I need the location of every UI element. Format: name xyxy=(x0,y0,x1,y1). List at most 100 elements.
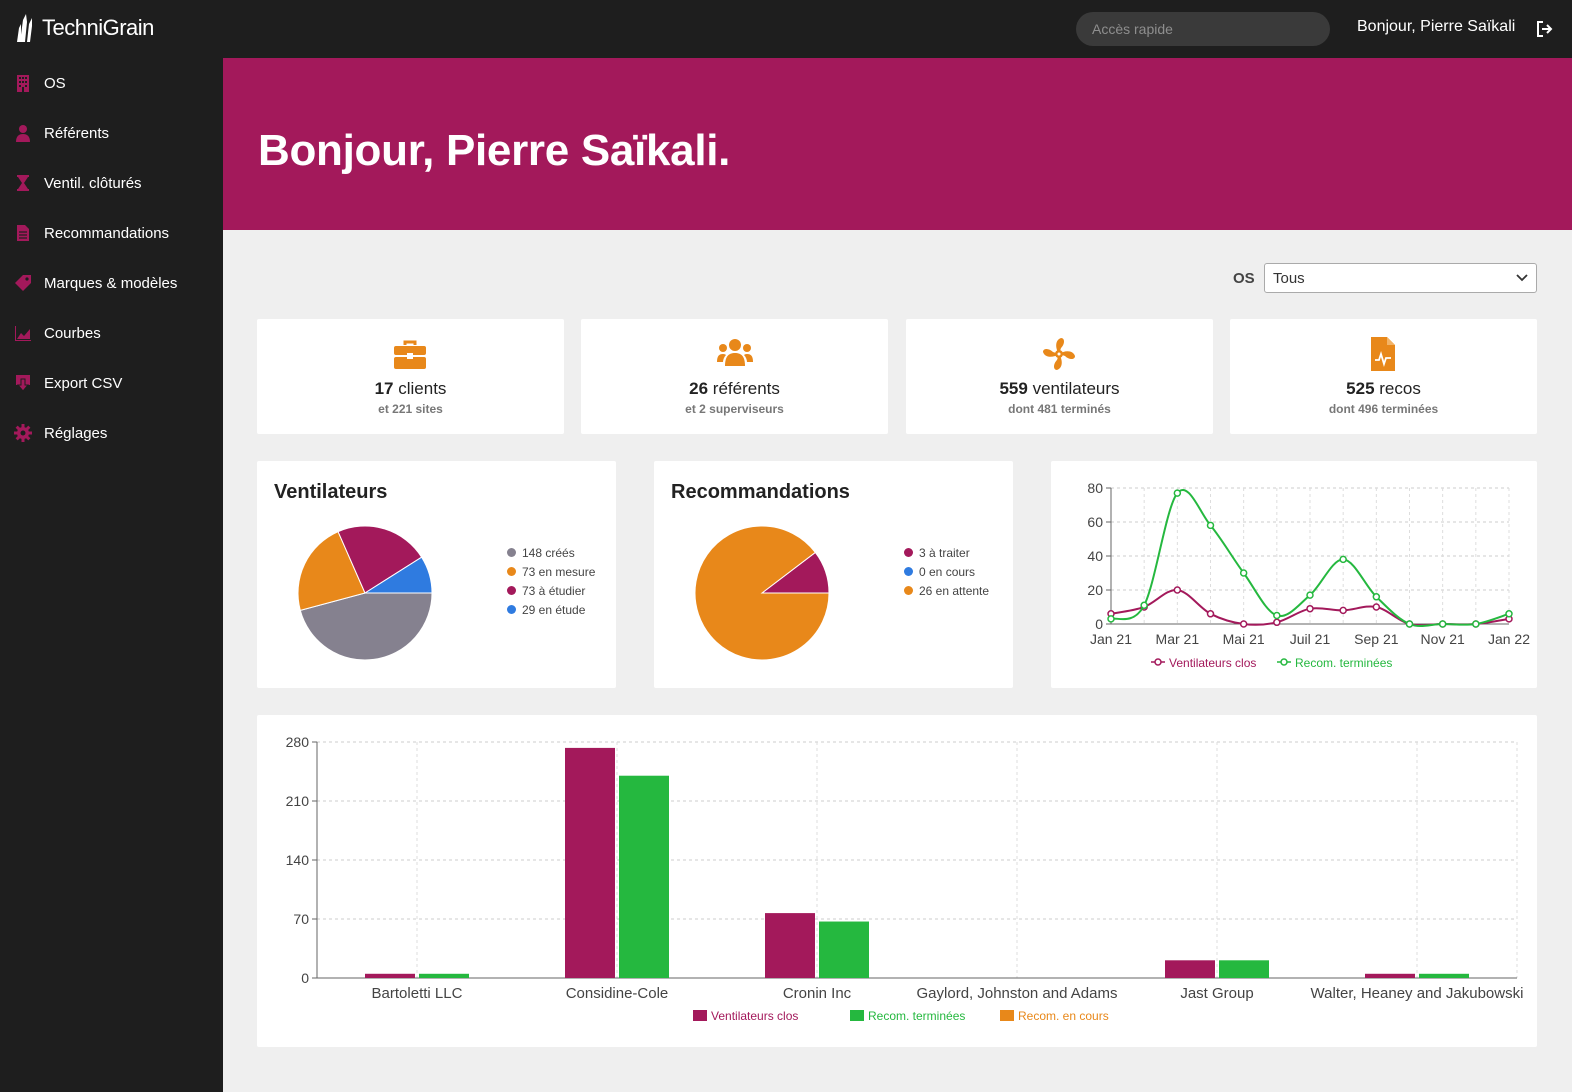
data-point xyxy=(1173,489,1182,497)
legend-item: 3 à traiter xyxy=(904,543,989,562)
stat-label: référents xyxy=(712,379,780,398)
stat-label: recos xyxy=(1379,379,1421,398)
legend-swatch xyxy=(1000,1010,1014,1021)
legend-label: 73 à étudier xyxy=(522,583,586,598)
fan-icon xyxy=(1043,338,1075,370)
bar xyxy=(765,913,815,978)
x-tick-label: Sep 21 xyxy=(1354,631,1399,647)
y-tick-label: 0 xyxy=(1095,616,1103,632)
sidebar-item-ventil-clotures[interactable]: Ventil. clôturés xyxy=(0,163,223,203)
legend-item: 148 créés xyxy=(507,543,595,562)
legend-label: Ventilateurs clos xyxy=(1169,656,1256,670)
bar xyxy=(1419,973,1469,978)
data-point xyxy=(1239,569,1248,577)
data-point xyxy=(1206,521,1215,530)
data-point xyxy=(1372,603,1381,611)
pie-slice xyxy=(694,525,830,661)
recommandations-pie-legend: 3 à traiter 0 en cours 26 en attente xyxy=(904,543,989,600)
bar xyxy=(819,921,869,978)
clients-bar-chart: 0 70 140 210 280 Bartoletti LLC Considine-Cole… xyxy=(286,734,1524,1023)
legend-item: 0 en cours xyxy=(904,562,989,581)
download-icon xyxy=(16,375,30,392)
bar xyxy=(619,775,669,978)
ventilateurs-pie-legend: 148 créés 73 en mesure 73 à étudier 29 en é… xyxy=(507,543,595,619)
chart-title: Recommandations xyxy=(671,481,850,503)
stat-card-recos: 525 recos dont 496 terminées xyxy=(1230,319,1537,434)
legend-dot xyxy=(507,548,516,557)
sidebar-item-os[interactable]: OS xyxy=(0,63,223,103)
x-tick-label: Walter, Heaney and Jakubowski xyxy=(1311,985,1524,1002)
legend-label: 3 à traiter xyxy=(919,545,970,560)
legend-marker xyxy=(1154,658,1162,666)
monthly-line-chart-card: 0 20 40 60 80 Jan 21 Mar 21 Mai 21 Juil 21 Sep 21… xyxy=(1051,461,1537,688)
y-tick-label: 210 xyxy=(286,793,310,809)
data-point xyxy=(1438,620,1447,628)
sidebar-item-reglages[interactable]: Réglages xyxy=(0,413,223,453)
sidebar-item-label: Ventil. clôturés xyxy=(44,175,142,192)
data-point xyxy=(1306,591,1314,599)
sidebar-item-label: Courbes xyxy=(44,325,101,342)
y-tick-label: 140 xyxy=(286,852,310,868)
legend-label: 73 en mesure xyxy=(522,564,596,579)
legend-marker xyxy=(1280,658,1288,666)
x-tick-label: Cronin Inc xyxy=(783,985,852,1002)
ventilateurs-pie-card: Ventilateurs 148 créés 73 en mesure 73 à é… xyxy=(257,461,616,688)
sidebar-item-label: Recommandations xyxy=(44,225,170,242)
legend-dot xyxy=(507,605,516,614)
tag-icon xyxy=(15,275,31,291)
bar xyxy=(365,973,415,978)
building-icon xyxy=(17,75,29,92)
data-point xyxy=(1472,620,1480,628)
x-tick-label: Mar 21 xyxy=(1156,631,1200,647)
legend-dot xyxy=(904,586,913,595)
legend-item: 73 en mesure xyxy=(507,562,595,581)
data-point xyxy=(1140,601,1148,610)
stat-number: 525 xyxy=(1346,379,1375,398)
os-filter-select[interactable]: Tous xyxy=(1264,263,1537,293)
brand-logo[interactable]: TechniGrain xyxy=(14,10,154,46)
stat-label: ventilateurs xyxy=(1032,379,1120,398)
legend-label: 148 créés xyxy=(522,545,575,560)
x-tick-label: Jan 21 xyxy=(1090,631,1132,647)
sidebar: OS Référents Ventil. clôturés Recommanda… xyxy=(0,58,223,1092)
data-point xyxy=(1505,610,1513,618)
hourglass-icon xyxy=(17,175,29,191)
data-point xyxy=(1372,593,1381,601)
logout-icon[interactable] xyxy=(1536,20,1554,38)
bar xyxy=(1219,960,1269,978)
sidebar-item-referents[interactable]: Référents xyxy=(0,113,223,153)
stat-card-clients: 17 clients et 221 sites xyxy=(257,319,564,434)
welcome-banner: Bonjour, Pierre Saïkali. xyxy=(223,58,1572,230)
data-point xyxy=(1206,610,1215,618)
recommandations-pie-chart xyxy=(694,525,830,661)
quick-access-search-input[interactable] xyxy=(1076,12,1330,46)
sidebar-item-label: Réglages xyxy=(44,425,108,442)
bar xyxy=(419,973,469,978)
sidebar-item-recommandations[interactable]: Recommandations xyxy=(0,213,223,253)
bar xyxy=(1365,973,1415,978)
data-point xyxy=(1273,618,1281,627)
x-tick-label: Bartoletti LLC xyxy=(372,985,463,1002)
y-tick-label: 0 xyxy=(301,970,309,986)
sidebar-item-export-csv[interactable]: Export CSV xyxy=(0,363,223,403)
data-point xyxy=(1239,620,1248,628)
legend-item: 29 en étude xyxy=(507,600,595,619)
legend-label: 26 en attente xyxy=(919,583,990,598)
sidebar-item-label: Marques & modèles xyxy=(44,275,178,292)
sidebar-item-courbes[interactable]: Courbes xyxy=(0,313,223,353)
x-tick-label: Mai 21 xyxy=(1223,631,1265,647)
legend-label: Recom. en cours xyxy=(1018,1009,1109,1023)
x-tick-label: Gaylord, Johnston and Adams xyxy=(917,985,1118,1002)
stat-subtext: et 221 sites xyxy=(378,402,443,416)
stat-card-referents: 26 référents et 2 superviseurs xyxy=(581,319,888,434)
legend-swatch xyxy=(850,1010,864,1021)
data-point xyxy=(1339,555,1347,564)
data-point xyxy=(1173,586,1182,594)
briefcase-icon xyxy=(394,340,426,369)
y-tick-label: 40 xyxy=(1087,548,1103,564)
gear-icon xyxy=(14,424,32,442)
y-tick-label: 280 xyxy=(286,734,310,750)
stat-number: 17 xyxy=(374,379,394,398)
sidebar-item-marques-modeles[interactable]: Marques & modèles xyxy=(0,263,223,303)
top-bar: TechniGrain Bonjour, Pierre Saïkali xyxy=(0,0,1572,58)
